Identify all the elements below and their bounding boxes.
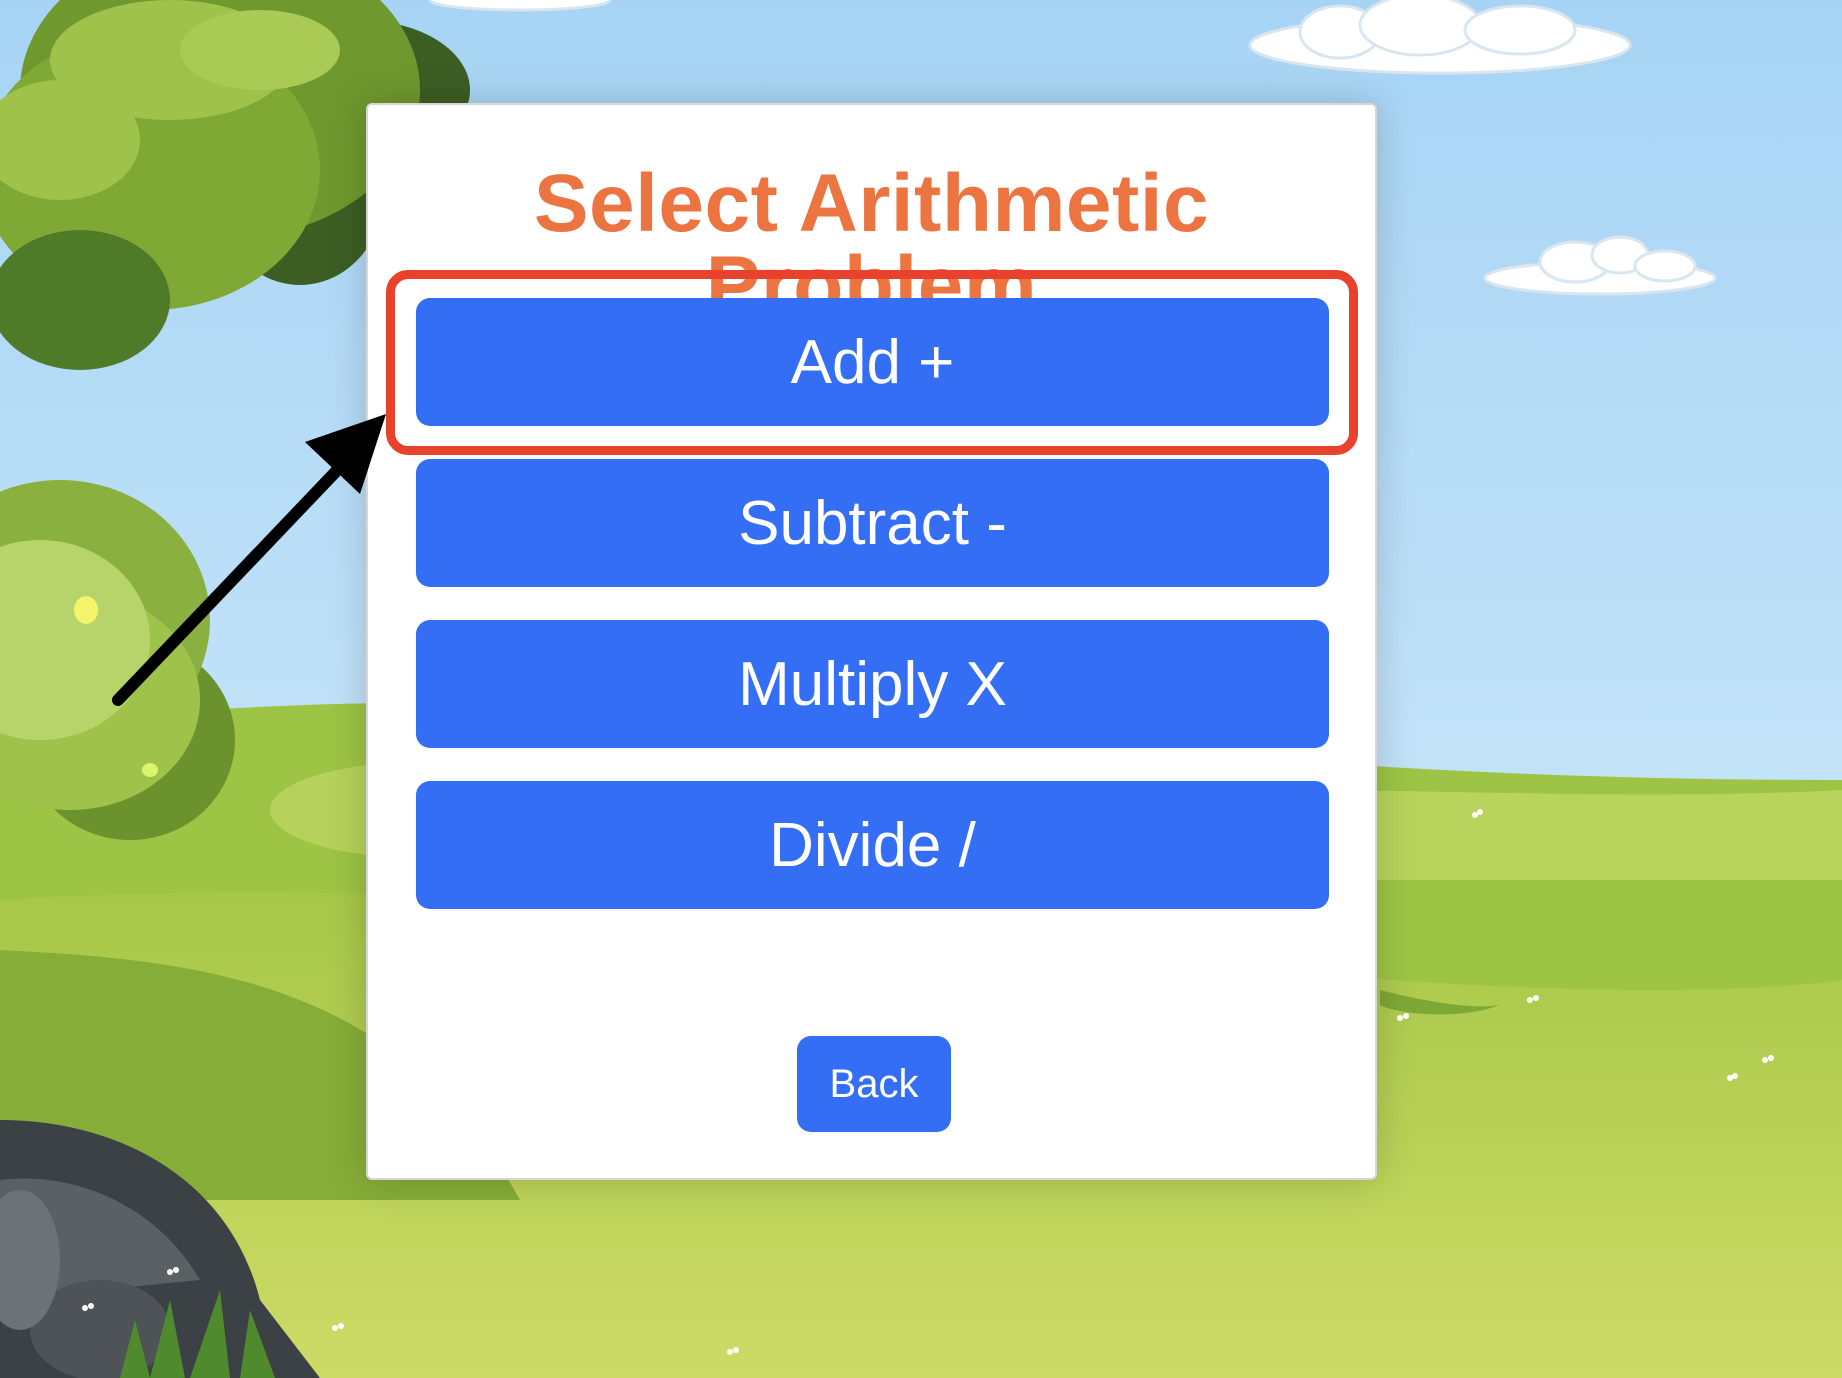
divide-button[interactable]: Divide / [416,781,1329,909]
cloud [428,0,612,12]
add-button[interactable]: Add + [416,298,1329,426]
game-scene: Select Arithmetic Problem Add + Subtract… [0,0,1842,1378]
multiply-button[interactable]: Multiply X [416,620,1329,748]
problem-select-panel: Select Arithmetic Problem Add + Subtract… [366,103,1377,1180]
subtract-button[interactable]: Subtract - [416,459,1329,587]
back-button[interactable]: Back [797,1036,951,1132]
hill-path [1300,790,1842,880]
